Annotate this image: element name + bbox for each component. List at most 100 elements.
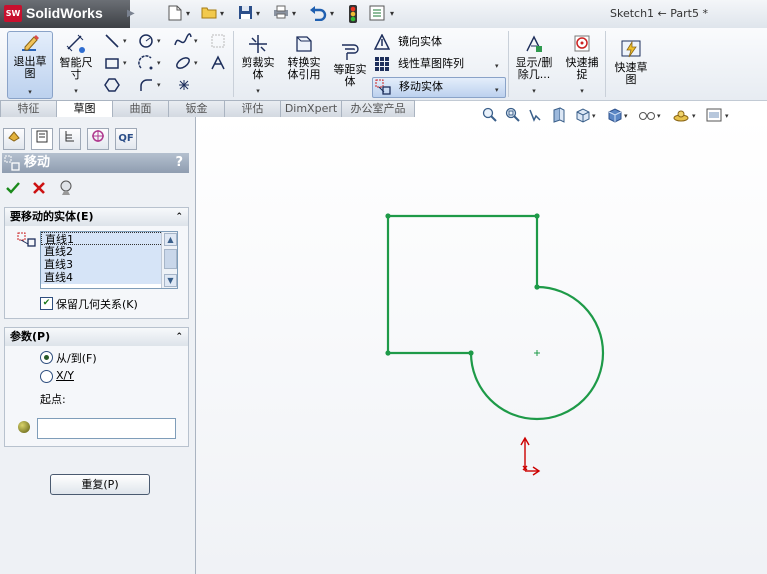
list-item[interactable]: 直线1 [41, 232, 177, 246]
new-dropdown-icon[interactable]: ▾ [186, 9, 190, 18]
arc-center-mark[interactable] [534, 350, 540, 356]
list-item[interactable]: 直线3 [41, 258, 177, 271]
save-icon[interactable] [236, 5, 254, 23]
circle-tool-icon[interactable] [138, 33, 154, 49]
ellipse-tool-icon[interactable] [174, 55, 190, 71]
sketch-endpoint[interactable] [468, 350, 474, 356]
parameters-group-title: 参数(P) [10, 330, 51, 343]
tab-sketch[interactable]: 草图 [56, 100, 113, 118]
linear-pattern-button[interactable]: 线性草图阵列 ▾ [374, 55, 504, 73]
solidworks-logo[interactable]: SW SolidWorks [0, 0, 130, 28]
scroll-up-icon[interactable]: ▲ [164, 233, 177, 246]
pattern-dropdown-icon[interactable]: ▾ [495, 58, 499, 74]
move-dropdown-icon[interactable]: ▾ [495, 82, 499, 98]
rapid-sketch-label: 快速草 图 [614, 61, 648, 86]
new-document-icon[interactable] [166, 5, 184, 23]
circle-dropdown-icon[interactable]: ▾ [157, 37, 161, 45]
line-dropdown-icon[interactable]: ▾ [123, 37, 127, 45]
menu-expand-arrow-icon[interactable]: ▶ [127, 8, 135, 19]
fillet-tool-icon[interactable] [138, 77, 154, 93]
parameters-group-header[interactable]: 参数(P) ⌃ [4, 327, 189, 347]
tab-surfaces[interactable]: 曲面 [112, 100, 169, 117]
tab-evaluate[interactable]: 评估 [224, 100, 281, 117]
list-item[interactable]: 直线2 [41, 245, 177, 258]
options-dropdown-icon[interactable]: ▾ [390, 9, 394, 18]
fillet-dropdown-icon[interactable]: ▾ [157, 81, 161, 89]
sketch-canvas[interactable] [196, 117, 767, 574]
open-folder-icon[interactable] [200, 5, 218, 23]
tab-sheet-metal[interactable]: 钣金 [168, 100, 225, 117]
mirror-entities-button[interactable]: 镜向实体 [373, 33, 504, 51]
reset-button[interactable]: 重复(P) [50, 474, 150, 495]
rebuild-traffic-light-icon[interactable] [346, 5, 360, 23]
property-manager-header: 移动 ? [2, 153, 189, 173]
point-tool-icon[interactable] [176, 77, 192, 93]
offset-entities-button[interactable]: 等距实 体 [330, 40, 370, 97]
print-dropdown-icon[interactable]: ▾ [292, 9, 296, 18]
entities-selection-list[interactable]: 直线1 直线2 直线3 直线4 ▲ ▼ [40, 231, 178, 289]
scroll-thumb[interactable] [164, 249, 177, 269]
sketch-endpoint[interactable] [534, 284, 540, 290]
exit-sketch-button[interactable]: 退出草 图 ▾ [7, 31, 53, 99]
arc-tool-icon[interactable] [138, 55, 154, 71]
sketch-endpoint[interactable] [534, 213, 540, 219]
rectangle-tool-icon[interactable] [104, 55, 120, 71]
convert-entities-icon [293, 33, 315, 55]
tab-office-products[interactable]: 办公室产品 [341, 100, 415, 117]
feature-manager-tab-icon[interactable] [3, 128, 25, 150]
xy-label[interactable]: X/Y [56, 369, 74, 382]
convert-entities-button[interactable]: 转换实 体引用 [282, 33, 326, 97]
display-delete-relations-button[interactable]: 显示/删 除几... ▾ [512, 33, 556, 97]
collapse-chevron-icon[interactable]: ⌃ [175, 208, 183, 226]
from-to-label[interactable]: 从/到(F) [56, 350, 97, 366]
property-manager-tab-icon[interactable] [31, 128, 53, 150]
grid-disabled-icon[interactable] [210, 33, 226, 49]
tab-dimxpert[interactable]: DimXpert [280, 100, 342, 117]
smart-dimension-dropdown-icon[interactable]: ▾ [54, 85, 98, 97]
cancel-x-icon[interactable] [31, 180, 49, 198]
keep-relations-label[interactable]: 保留几何关系(K) [56, 296, 138, 312]
move-entities-button[interactable]: 移动实体 ▾ [372, 77, 506, 98]
trim-entities-button[interactable]: 剪裁实 体 ▾ [237, 33, 279, 97]
rapid-sketch-button[interactable]: 快速草 图 [609, 38, 653, 94]
open-dropdown-icon[interactable]: ▾ [220, 9, 224, 18]
sketch-endpoint[interactable] [385, 213, 391, 219]
xy-radio[interactable] [40, 370, 53, 383]
quick-snaps-dropdown-icon[interactable]: ▾ [560, 85, 604, 97]
list-item[interactable]: 直线4 [41, 271, 177, 284]
rectangle-dropdown-icon[interactable]: ▾ [123, 59, 127, 67]
mirror-icon [373, 33, 391, 50]
undo-icon[interactable] [308, 5, 328, 23]
keep-relations-checkbox[interactable]: ✔ [40, 297, 53, 310]
list-scrollbar[interactable]: ▲ ▼ [161, 232, 177, 288]
smart-dimension-button[interactable]: 智能尺 寸 ▾ [54, 33, 98, 97]
from-to-radio[interactable] [40, 351, 53, 364]
dimxpert-manager-tab-icon[interactable] [87, 128, 109, 150]
text-tool-icon[interactable] [210, 55, 226, 71]
spline-tool-icon[interactable] [174, 33, 192, 49]
ok-checkmark-icon[interactable] [5, 180, 23, 198]
polygon-tool-icon[interactable] [104, 77, 120, 93]
spline-dropdown-icon[interactable]: ▾ [194, 37, 198, 45]
print-icon[interactable] [272, 5, 290, 23]
relations-dropdown-icon[interactable]: ▾ [512, 85, 556, 97]
tab-features[interactable]: 特征 [0, 100, 57, 117]
quick-snaps-button[interactable]: 快速捕 捉 ▾ [560, 33, 604, 97]
undo-dropdown-icon[interactable]: ▾ [330, 9, 334, 18]
preview-glasses-icon[interactable] [58, 180, 76, 198]
help-icon[interactable]: ? [175, 153, 183, 173]
scroll-down-icon[interactable]: ▼ [164, 274, 177, 287]
save-dropdown-icon[interactable]: ▾ [256, 9, 260, 18]
options-icon[interactable] [368, 5, 386, 23]
sketch-endpoint[interactable] [385, 350, 391, 356]
exit-sketch-dropdown-icon[interactable]: ▾ [8, 86, 52, 98]
trim-dropdown-icon[interactable]: ▾ [237, 85, 279, 97]
entities-group-header[interactable]: 要移动的实体(E) ⌃ [4, 207, 189, 227]
collapse-chevron-icon[interactable]: ⌃ [175, 328, 183, 346]
qf-tab-icon[interactable]: QF [115, 128, 137, 150]
arc-dropdown-icon[interactable]: ▾ [157, 59, 161, 67]
ellipse-dropdown-icon[interactable]: ▾ [194, 59, 198, 67]
start-point-field[interactable] [37, 418, 176, 439]
line-tool-icon[interactable] [104, 33, 120, 49]
configuration-manager-tab-icon[interactable] [59, 128, 81, 150]
